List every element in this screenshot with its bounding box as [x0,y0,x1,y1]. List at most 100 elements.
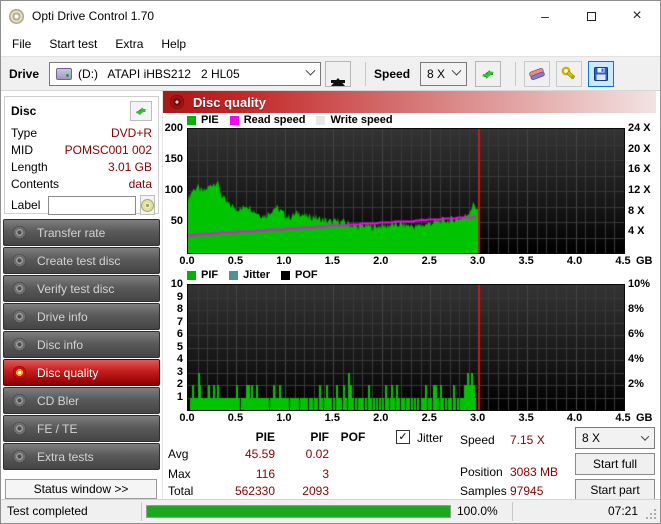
max-pie-value: 116 [255,467,275,481]
disc-field-value: DVD+R [110,126,152,140]
row-label-total: Total [168,484,194,498]
speed-select[interactable]: 8 X [420,61,468,86]
close-button[interactable]: × [614,1,660,31]
legend-label: Write speed [330,114,393,126]
toolbar: Drive (D:) ATAPI iHBS212 2 HL05 Speed 8 … [1,56,660,91]
resize-grip-icon[interactable] [654,517,656,519]
disc-icon [13,366,26,379]
speed-label: Speed [374,66,411,81]
save-button[interactable] [588,60,615,87]
tick-label: 10% [628,278,651,290]
total-pif-value: 2093 [302,484,329,498]
maximize-button[interactable] [568,1,614,31]
minimize-button[interactable]: – [522,1,568,31]
tick-label: 4 X [628,225,645,238]
tick-label: 2 [176,378,183,390]
drive-select[interactable]: (D:) ATAPI iHBS212 2 HL05 [49,61,322,86]
drive-select-value: (D:) ATAPI iHBS212 2 HL05 [78,66,240,81]
disc-quality-icon [170,95,184,109]
disc-field-value: data [128,177,152,191]
jitter-checkbox[interactable]: ✓ [396,430,410,444]
menu-extra[interactable]: Extra [106,31,152,56]
progress-percent: 100.0% [457,504,498,518]
sidebar-item-label: Disc quality [37,365,99,380]
drive-icon [56,67,73,80]
chevron-down-icon [640,432,650,441]
sidebar-item-label: Disc info [37,337,84,352]
wrench-icon [561,66,575,79]
maximize-icon [586,11,596,21]
menu-start-test[interactable]: Start test [40,31,106,56]
erase-disc-button[interactable] [524,60,551,87]
statusbar-divider [141,502,142,521]
drive-label: Drive [9,66,40,81]
sidebar: Disc Type DVD+R MID POMSC001 002 Length 3.0… [1,91,162,501]
eject-button[interactable] [325,60,352,87]
refresh-speeds-button[interactable] [475,60,502,87]
speed-select-value: 8 X [427,66,446,81]
pif-chart-legend: PIF Jitter POF [187,269,324,281]
tick-label: 0.5 [227,412,244,424]
tick-label: 5 [176,340,183,353]
tick-label: GB [636,255,653,267]
disc-icon [13,254,26,267]
close-icon: × [632,7,642,24]
sidebar-item-cd-bler[interactable]: CD Bler [3,387,160,414]
disc-field-label: Type [11,126,38,140]
tick-label: 1.5 [324,255,340,267]
tick-label: 4.0 [566,255,583,267]
speed-info-label: Speed [460,433,495,447]
disc-field-value: POMSC001 002 [64,143,152,157]
legend-label: Read speed [243,114,306,126]
app-window: Opti Drive Control 1.70 – × File Start t… [0,0,661,524]
speed-info-value: 7.15 X [510,433,545,447]
sidebar-item-create-test-disc[interactable]: Create test disc [3,247,160,274]
refresh-disc-button[interactable] [130,101,152,121]
menu-file[interactable]: File [3,31,40,56]
column-header-pie: PIE [255,430,275,444]
refresh-arrows-icon [482,69,495,79]
label-field-label: Label [11,198,41,212]
pif-chart-section: PIF Jitter POF 10 9 8 7 6 5 4 3 2 1 10% 8% 6% 4% 2% 0.0… [163,268,660,425]
tick-label: 1.0 [276,412,292,424]
start-full-button[interactable]: Start full [575,453,655,475]
sidebar-item-disc-quality[interactable]: Disc quality [3,359,160,386]
disc-field-label: Contents [11,177,60,191]
chevron-down-icon [451,65,462,76]
tick-label: 12 X [628,184,651,196]
disc-icon [13,310,26,323]
column-header-pof: POF [340,430,366,444]
start-part-button[interactable]: Start part [575,479,655,501]
sidebar-item-disc-info[interactable]: Disc info [3,331,160,358]
row-label-max: Max [168,467,191,481]
test-speed-select[interactable]: 8 X [575,427,655,449]
sidebar-item-drive-info[interactable]: Drive info [3,303,160,330]
samples-info-label: Samples [460,484,507,498]
sidebar-item-label: Transfer rate [37,225,106,240]
menu-help[interactable]: Help [152,31,195,56]
tick-label: 8 X [628,204,645,217]
legend-label: PIF [201,269,219,281]
position-info-label: Position [460,465,503,479]
disc-field-label: Length [11,160,48,174]
sidebar-item-verify-test-disc[interactable]: Verify test disc [3,275,160,302]
disc-label-button[interactable] [140,195,156,215]
disc-field-value: 3.01 GB [107,160,152,174]
tick-label: 2.5 [421,412,437,424]
tick-label: 2.0 [373,255,389,267]
sidebar-item-transfer-rate[interactable]: Transfer rate [3,219,160,246]
pie-speed-chart-plot [187,128,625,254]
tools-button[interactable] [556,60,583,87]
tick-label: 3.0 [470,255,486,267]
tick-label: 0.0 [179,412,195,424]
status-window-button[interactable]: Status window >> [5,479,157,499]
label-input[interactable] [48,195,137,215]
legend-swatch-pie [187,115,196,125]
sidebar-item-fe-te[interactable]: FE / TE [3,415,160,442]
sidebar-item-label: CD Bler [37,393,80,408]
sidebar-item-extra-tests[interactable]: Extra tests [3,443,160,470]
save-floppy-icon [594,66,609,81]
disc-icon [13,394,26,407]
refresh-arrows-icon [135,107,147,116]
main-panel: Disc quality PIE Read speed Write speed … [162,91,660,501]
